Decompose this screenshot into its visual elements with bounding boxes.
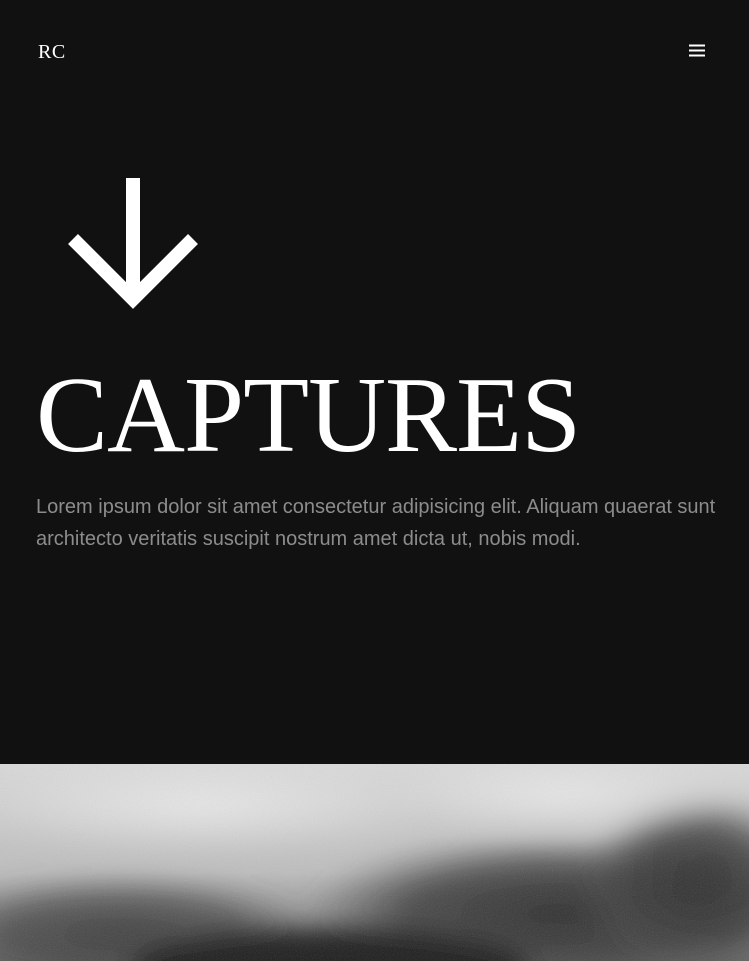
- arrow-down-icon: [66, 178, 200, 310]
- site-header: RC: [0, 0, 749, 100]
- site-logo[interactable]: RC: [38, 40, 66, 64]
- menu-button[interactable]: [683, 38, 711, 62]
- page-title: CAPTURES: [36, 356, 581, 475]
- hamburger-menu-icon: [689, 44, 705, 56]
- intro-paragraph: Lorem ipsum dolor sit amet consectetur a…: [36, 496, 716, 550]
- hero-photo: [0, 764, 749, 961]
